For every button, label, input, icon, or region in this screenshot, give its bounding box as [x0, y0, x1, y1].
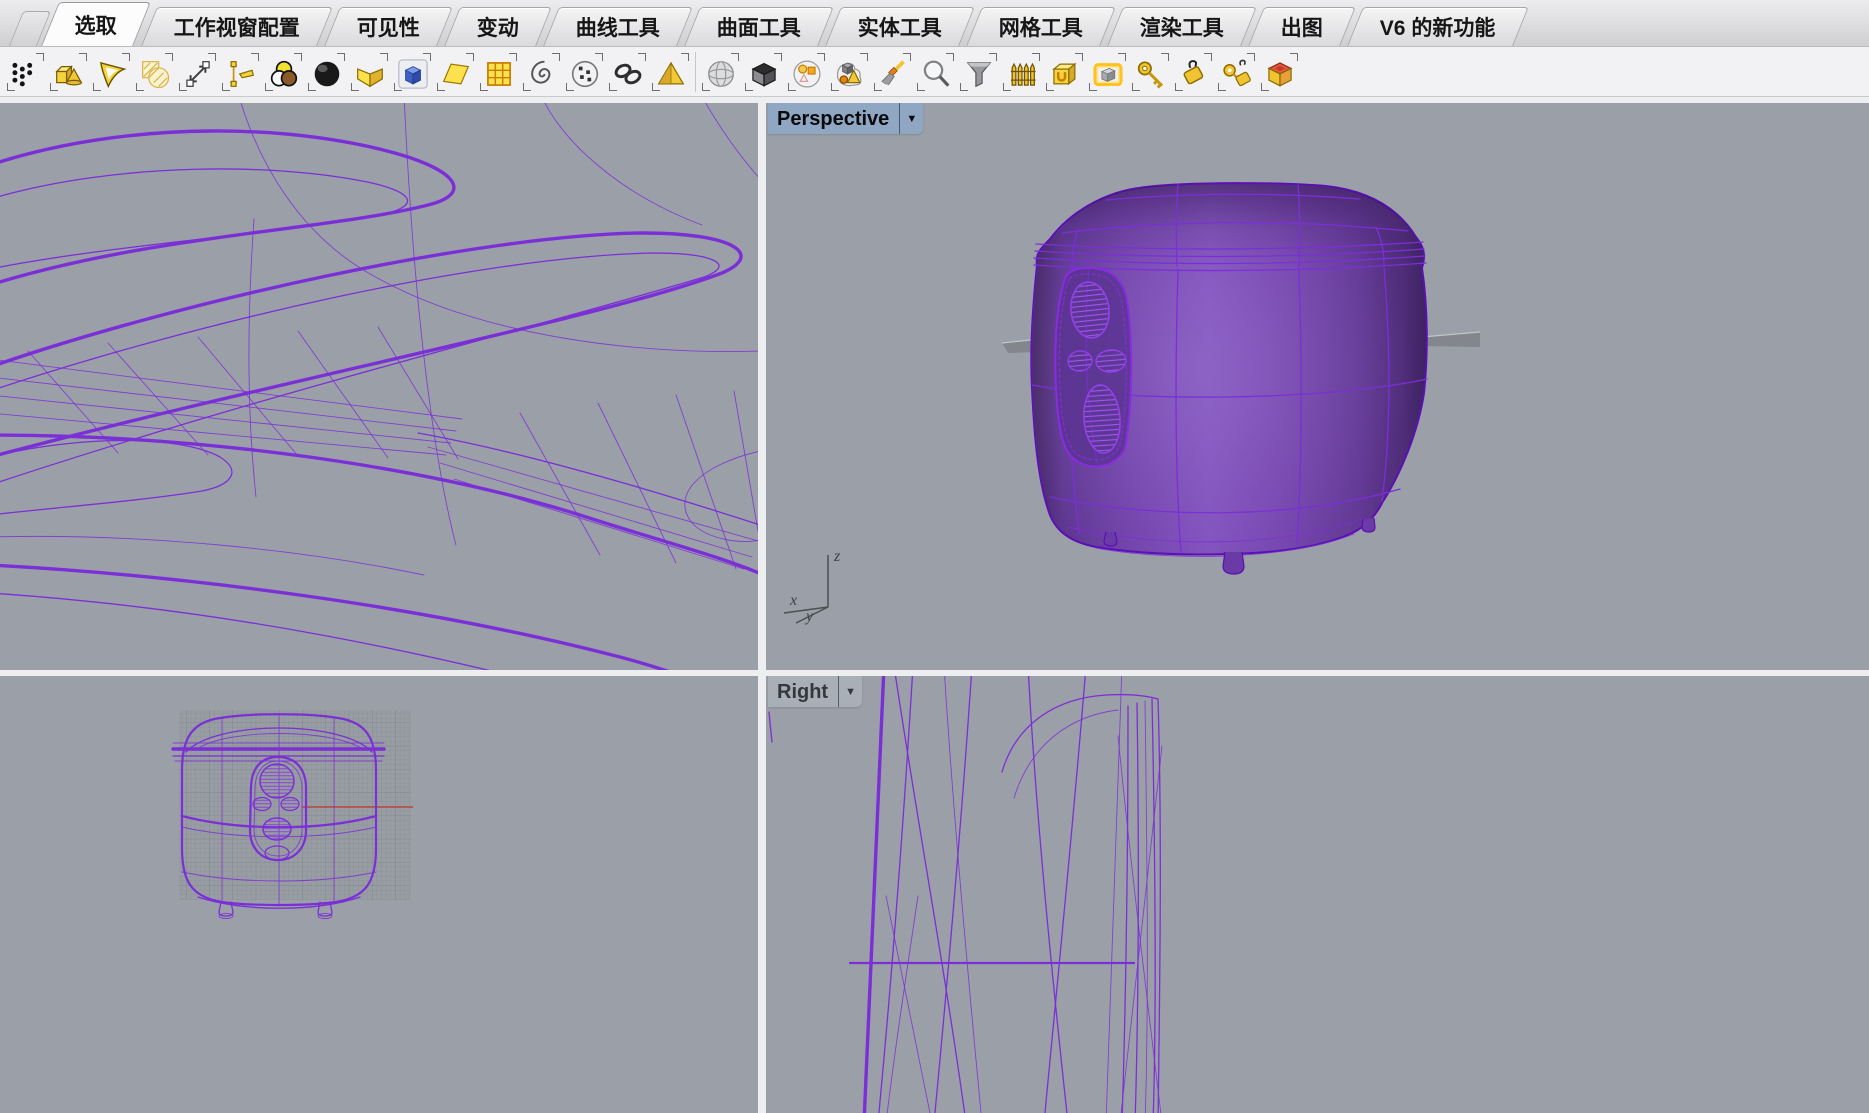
brush-icon[interactable] [872, 51, 913, 93]
select-hatch-icon[interactable] [134, 51, 175, 93]
axis-label-y: y [804, 608, 814, 625]
tab-label: V6 的新功能 [1380, 12, 1496, 42]
viewport-label-perspective[interactable]: Perspective ▼ [768, 103, 923, 134]
move-icon[interactable] [177, 51, 218, 93]
tab-curve-tools[interactable]: 曲线工具 [543, 7, 693, 46]
key-icon[interactable] [1130, 51, 1171, 93]
chevron-down-icon[interactable]: ▼ [899, 103, 923, 134]
tab-label: 出图 [1281, 12, 1323, 42]
select-plane-icon[interactable] [435, 51, 476, 93]
viewport-label-right[interactable]: Right ▼ [768, 676, 862, 707]
select-chain-icon[interactable] [607, 51, 648, 93]
select-mesh-grid-icon[interactable] [478, 51, 519, 93]
filter-icon[interactable] [958, 51, 999, 93]
tag-icon[interactable] [1173, 51, 1214, 93]
select-surface-icon[interactable] [349, 51, 390, 93]
tab-viewport-config[interactable]: 工作视窗配置 [141, 7, 333, 46]
right-wireframe-drawing [766, 676, 1869, 1113]
tab-label: 渲染工具 [1140, 12, 1224, 42]
control-panel [1055, 268, 1131, 466]
select-volume-icon[interactable] [829, 51, 870, 93]
viewport-title: Right [768, 676, 838, 707]
tab-visibility[interactable]: 可见性 [324, 7, 453, 46]
viewport-top-left[interactable] [0, 103, 758, 670]
shaded-sphere-icon[interactable] [700, 51, 741, 93]
tab-solid-tools[interactable]: 实体工具 [825, 7, 975, 46]
rice-cooker-shaded-drawing: z x y [766, 103, 1869, 670]
tab-select[interactable]: 选取 [41, 2, 151, 46]
key-tag-icon[interactable] [1216, 51, 1257, 93]
tab-label: 变动 [477, 12, 519, 42]
axis-label-z: z [833, 548, 841, 565]
ribbon-tab-bar: 选取 工作视窗配置 可见性 变动 曲线工具 曲面工具 实体工具 网格工具 渲染工具 出图 V6 的新… [0, 0, 1869, 47]
select-small-objects-icon[interactable] [786, 51, 827, 93]
tab-label: 选取 [75, 10, 117, 40]
select-sphere-icon[interactable] [306, 51, 347, 93]
group-icon[interactable] [1044, 51, 1085, 93]
toolbar-divider [695, 52, 696, 92]
select-point-cloud-icon[interactable] [564, 51, 605, 93]
bounding-box-icon[interactable] [1259, 51, 1300, 93]
tab-label: 网格工具 [999, 12, 1083, 42]
rice-cooker-model[interactable] [1031, 183, 1427, 574]
axis-label-x: x [789, 592, 797, 609]
tab-label: 曲线工具 [576, 12, 660, 42]
highlight-box-icon[interactable] [1087, 51, 1128, 93]
select-color-icon[interactable] [263, 51, 304, 93]
front-wireframe-drawing [0, 676, 758, 1113]
select-spiral-icon[interactable] [521, 51, 562, 93]
select-solids-icon[interactable] [48, 51, 89, 93]
cplane-axis-gizmo: z x y [784, 548, 841, 625]
select-pyramid-icon[interactable] [650, 51, 691, 93]
wireframe-curves-drawing [0, 103, 758, 670]
wire-cube-icon[interactable] [743, 51, 784, 93]
tab-label: 实体工具 [858, 12, 942, 42]
magnifier-icon[interactable] [915, 51, 956, 93]
tab-render-tools[interactable]: 渲染工具 [1107, 7, 1257, 46]
tab-transform[interactable]: 变动 [444, 7, 552, 46]
points-grid-icon[interactable] [5, 51, 46, 93]
fence-icon[interactable] [1001, 51, 1042, 93]
viewport-right[interactable]: Right ▼ [766, 676, 1869, 1113]
tab-label: 可见性 [357, 12, 420, 42]
chevron-down-icon[interactable]: ▼ [838, 676, 862, 707]
tab-label: 工作视窗配置 [174, 12, 300, 42]
ribbon-tabs: 选取 工作视窗配置 可见性 变动 曲线工具 曲面工具 实体工具 网格工具 渲染工具 出图 V6 的新… [0, 0, 1869, 46]
tab-label: 曲面工具 [717, 12, 801, 42]
tab-v6-features[interactable]: V6 的新功能 [1347, 7, 1528, 46]
select-cone-icon[interactable] [91, 51, 132, 93]
scale-icon[interactable] [220, 51, 261, 93]
tab-surface-tools[interactable]: 曲面工具 [684, 7, 834, 46]
tab-mesh-tools[interactable]: 网格工具 [966, 7, 1116, 46]
tab-drafting[interactable]: 出图 [1248, 7, 1356, 46]
select-block-icon[interactable] [392, 51, 433, 93]
viewport-title: Perspective [768, 103, 899, 134]
viewport-perspective[interactable]: z x y Perspective ▼ [766, 103, 1869, 670]
viewport-front[interactable] [0, 676, 758, 1113]
viewport-area: z x y Perspective ▼ [0, 97, 1869, 1113]
toolbar [0, 47, 1869, 97]
